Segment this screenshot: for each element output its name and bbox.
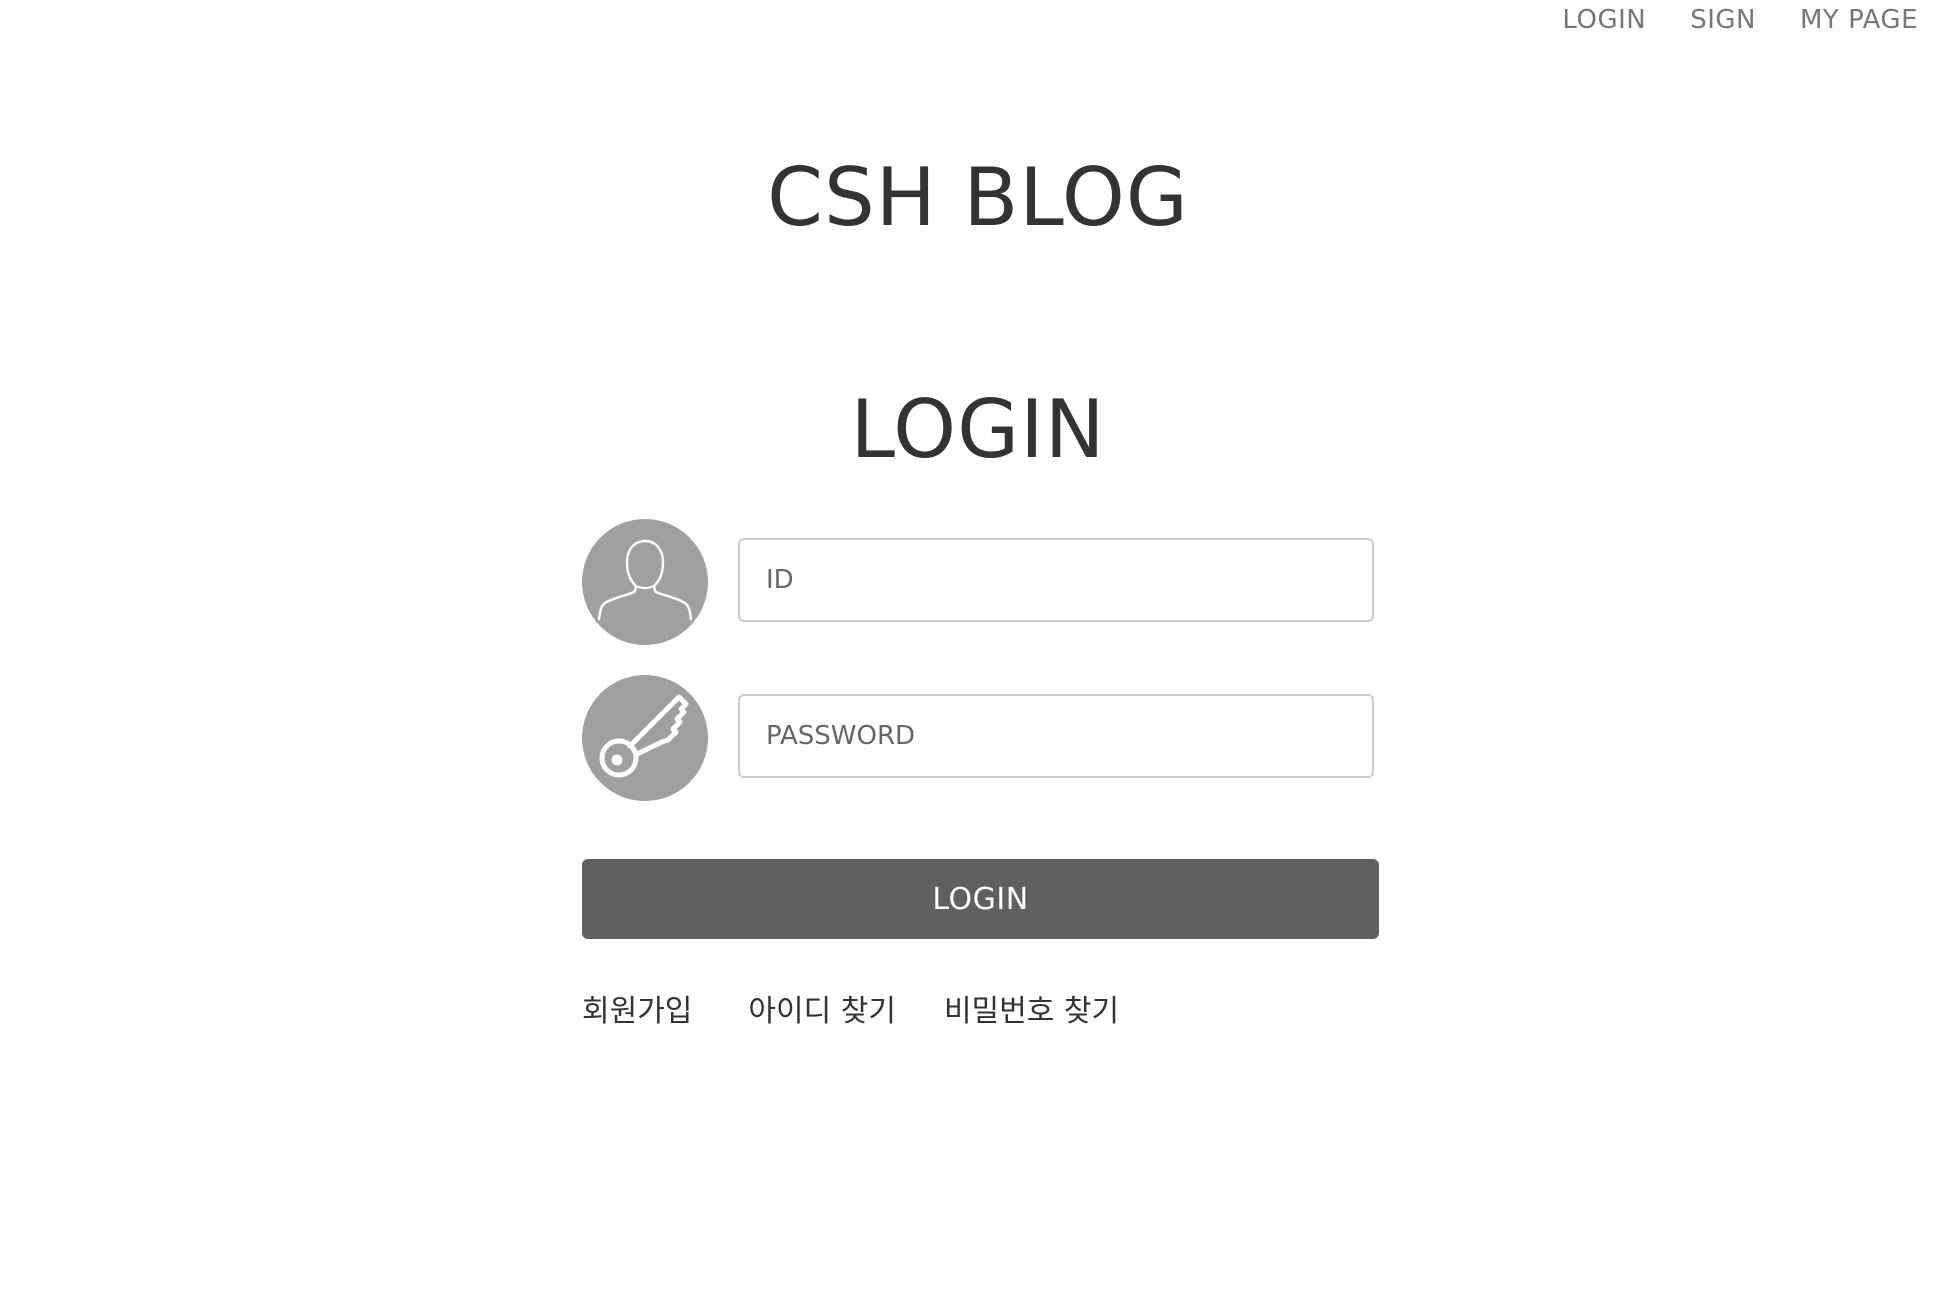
- find-password-link[interactable]: 비밀번호 찾기: [944, 986, 1119, 1030]
- site-title: CSH BLOG: [767, 151, 1189, 244]
- login-form: [582, 519, 1380, 831]
- login-heading: LOGIN: [850, 383, 1106, 476]
- user-silhouette-icon: [582, 519, 708, 645]
- id-input[interactable]: [738, 538, 1374, 622]
- signup-link[interactable]: 회원가입: [582, 986, 692, 1030]
- find-id-link[interactable]: 아이디 찾기: [748, 986, 896, 1030]
- id-row: [582, 519, 1380, 645]
- login-submit-button[interactable]: LOGIN: [582, 859, 1379, 939]
- password-row: [582, 675, 1380, 801]
- helper-links: 회원가입 아이디 찾기 비밀번호 찾기: [582, 986, 1119, 1030]
- key-icon: [582, 675, 708, 801]
- nav-login-link[interactable]: LOGIN: [1562, 5, 1646, 35]
- nav-mypage-link[interactable]: MY PAGE: [1800, 5, 1918, 35]
- password-input[interactable]: [738, 694, 1374, 778]
- top-nav: LOGIN SIGN MY PAGE: [1562, 0, 1918, 40]
- nav-sign-link[interactable]: SIGN: [1690, 5, 1756, 35]
